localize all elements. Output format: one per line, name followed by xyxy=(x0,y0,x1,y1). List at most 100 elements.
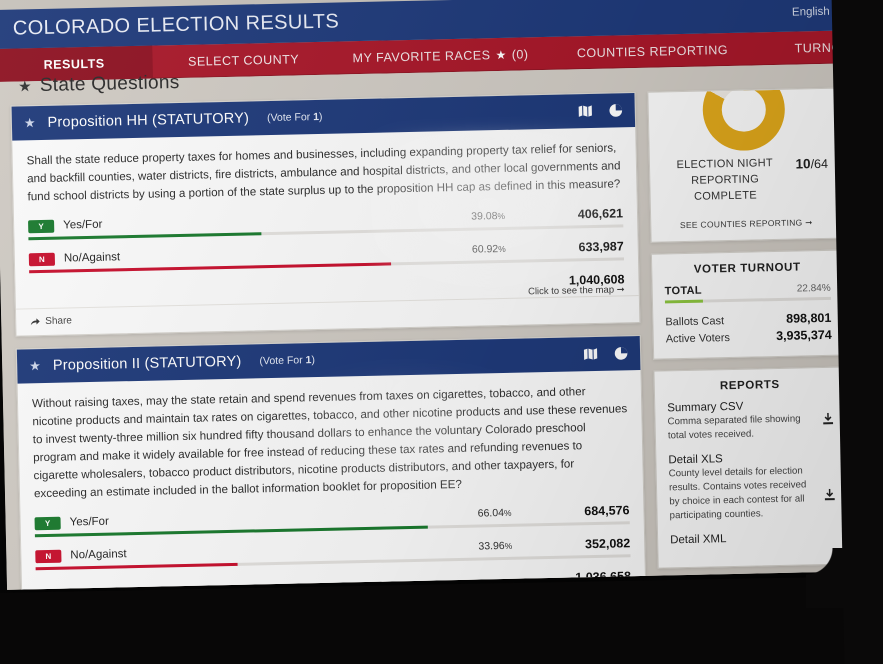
nav-item-select-county[interactable]: SELECT COUNTY xyxy=(152,42,335,79)
race-card: ★ Proposition HH (STATUTORY) (Vote For 1… xyxy=(10,92,641,337)
turnout-bar-track xyxy=(664,296,831,304)
reporting-donut-chart xyxy=(701,88,786,152)
see-counties-reporting-label: SEE COUNTIES REPORTING xyxy=(679,217,803,230)
vote-for-prefix: (Vote For xyxy=(266,111,314,125)
race-question: Without raising taxes, may the state ret… xyxy=(31,385,628,500)
nav-item-my-favorite-races[interactable]: MY FAVORITE RACES ★ (0) xyxy=(334,37,547,75)
reports-title: REPORTS xyxy=(719,378,780,393)
choice-name: No/Against xyxy=(63,251,121,265)
stat-label: Ballots Cast xyxy=(665,314,725,329)
report-desc: County level details for election result… xyxy=(668,465,807,522)
vote-for-prefix: (Vote For xyxy=(259,354,306,368)
arrow-right-icon: ➞ xyxy=(805,217,813,228)
turnout-total-pct: 22.84% xyxy=(796,282,831,295)
nav-fav-label: MY FAVORITE RACES xyxy=(352,47,491,65)
stat-row: Ballots Cast 898,801 xyxy=(665,311,831,329)
voter-turnout-title: VOTER TURNOUT xyxy=(693,261,801,276)
choice-pct-value: 66.04 xyxy=(477,507,505,520)
race-card-footer: Share Click to see the map ➞ xyxy=(15,284,640,336)
choice-pct-value: 39.08 xyxy=(471,210,498,224)
reporting-panel: ELECTION NIGHT REPORTING COMPLETE 10/64 … xyxy=(647,87,843,243)
share-icon xyxy=(30,318,40,326)
report-name: Detail XML xyxy=(670,533,727,547)
map-icon[interactable] xyxy=(578,104,593,118)
percent-symbol: % xyxy=(497,211,506,222)
choice-votes: 633,987 xyxy=(578,239,624,255)
choice-pct-value: 60.92 xyxy=(471,243,499,257)
columns: ★ Proposition HH (STATUTORY) (Vote For 1… xyxy=(0,62,883,590)
choice-votes: 684,576 xyxy=(584,503,630,519)
race-header-icons xyxy=(583,346,628,361)
vote-for-suffix: ) xyxy=(311,353,316,367)
star-outline-icon: ★ xyxy=(17,78,33,96)
section-heading: ★ State Questions xyxy=(18,72,180,98)
bezel-corner xyxy=(806,548,866,608)
race-card: ★ Proposition II (STATUTORY) (Vote For 1… xyxy=(15,334,647,590)
reporting-label-line2: REPORTING COMPLETE xyxy=(691,173,760,203)
laptop-screen: results.enr.clarityelections.com COLORAD… xyxy=(0,0,883,590)
star-outline-icon[interactable]: ★ xyxy=(24,115,36,131)
choice-badge: Y xyxy=(34,516,61,530)
vote-for-label: (Vote For 1) xyxy=(267,111,323,124)
reporting-label-line1: ELECTION NIGHT xyxy=(676,157,774,172)
section-heading-label: State Questions xyxy=(39,71,180,97)
choice-pct: 60.92% xyxy=(472,243,506,256)
vote-for-suffix: ) xyxy=(318,110,323,123)
choice-pct: 39.08% xyxy=(471,210,505,223)
nav-fav-count: (0) xyxy=(511,46,529,62)
choice-pct: 33.96% xyxy=(478,540,512,553)
turnout-total-label: TOTAL xyxy=(664,284,703,298)
download-icon[interactable] xyxy=(824,488,835,501)
percent-symbol: % xyxy=(498,244,506,255)
choice-badge: Y xyxy=(28,219,55,234)
races-column: ★ Proposition HH (STATUTORY) (Vote For 1… xyxy=(10,92,648,590)
report-item[interactable]: Summary CSV Comma separated file showing… xyxy=(667,399,834,444)
choice-name: Yes/For xyxy=(69,515,109,529)
star-filled-icon: ★ xyxy=(495,47,507,62)
choice-name: Yes/For xyxy=(63,219,103,232)
reporting-count-total: /64 xyxy=(810,156,829,172)
star-outline-icon[interactable]: ★ xyxy=(29,358,41,374)
turnout-head: TOTAL 22.84% xyxy=(665,282,831,298)
nav-item-counties-reporting[interactable]: COUNTIES REPORTING xyxy=(546,32,759,70)
page-title: COLORADO ELECTION RESULTS xyxy=(12,10,340,40)
see-counties-reporting-link[interactable]: SEE COUNTIES REPORTING ➞ xyxy=(663,217,829,232)
choice-votes: 352,082 xyxy=(584,536,631,552)
percent-symbol: % xyxy=(504,541,513,552)
language-label: English xyxy=(791,5,830,19)
share-label: Share xyxy=(45,315,73,328)
choice-badge: N xyxy=(28,252,56,267)
turnout-bar-fill xyxy=(664,299,703,304)
pie-chart-icon[interactable] xyxy=(614,346,628,360)
choice-pct: 66.04% xyxy=(478,507,512,520)
race-results: Y Yes/For 66.04% 684,576 N No/Against 33… xyxy=(20,496,645,590)
reports-panel: REPORTS Summary CSV Comma separated file… xyxy=(653,366,850,569)
stat-label: Active Voters xyxy=(665,331,731,346)
reporting-label: ELECTION NIGHT REPORTING COMPLETE xyxy=(662,156,789,207)
page-content: ★ State Questions ★ Proposition HH (STAT… xyxy=(0,62,883,590)
sidebar: ELECTION NIGHT REPORTING COMPLETE 10/64 … xyxy=(647,87,851,590)
download-icon[interactable] xyxy=(822,412,834,425)
map-icon[interactable] xyxy=(583,347,598,361)
photo-of-laptop-screen: results.enr.clarityelections.com COLORAD… xyxy=(0,0,883,664)
report-item[interactable]: Detail XML xyxy=(670,531,836,547)
reporting-body: ELECTION NIGHT REPORTING COMPLETE 10/64 xyxy=(662,155,829,206)
choice-badge: N xyxy=(35,549,62,563)
choice-votes: 406,621 xyxy=(577,206,624,222)
stat-row: Active Voters 3,935,374 xyxy=(666,328,832,346)
arrow-right-icon: ➞ xyxy=(616,284,625,296)
vote-for-label: (Vote For 1) xyxy=(259,354,315,367)
reporting-count-reported: 10 xyxy=(795,156,811,172)
reporting-count: 10/64 xyxy=(795,155,829,172)
see-map-link[interactable]: Click to see the map ➞ xyxy=(528,284,625,297)
race-question: Shall the state reduce property taxes fo… xyxy=(26,141,621,204)
race-title: Proposition II (STATUTORY) xyxy=(52,353,242,374)
race-header-icons xyxy=(578,103,623,118)
report-desc: Comma separated file showing total votes… xyxy=(667,413,801,442)
pie-chart-icon[interactable] xyxy=(609,103,623,117)
choice-name: No/Against xyxy=(70,548,127,562)
voter-turnout-panel: VOTER TURNOUT TOTAL 22.84% Ballots Cast … xyxy=(650,249,846,360)
report-item[interactable]: Detail XLS County level details for elec… xyxy=(668,451,835,524)
share-button[interactable]: Share xyxy=(30,316,72,328)
see-map-label: Click to see the map xyxy=(527,284,615,298)
